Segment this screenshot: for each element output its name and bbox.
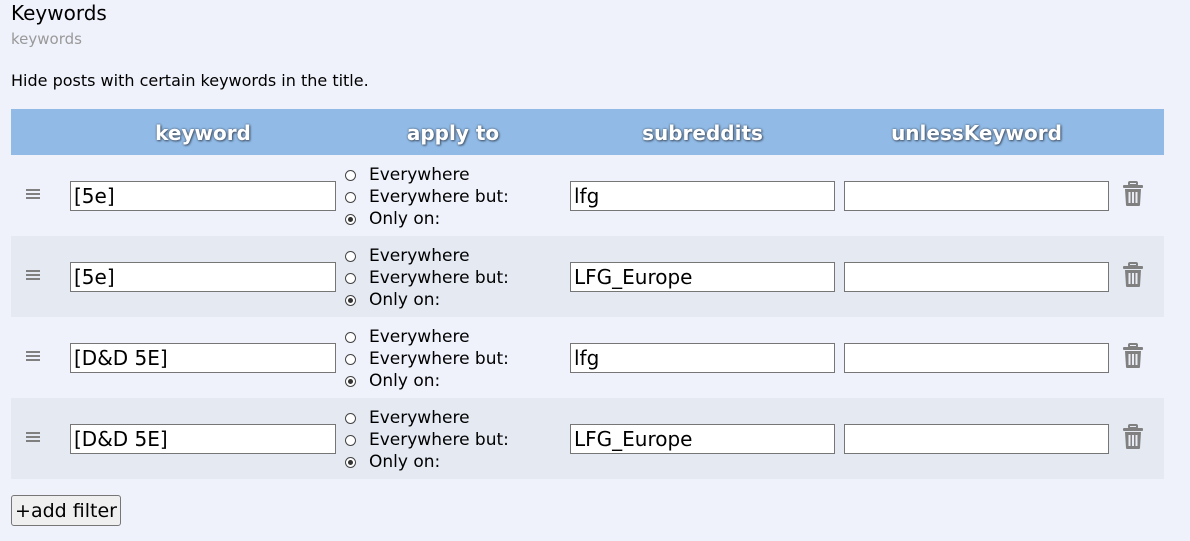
table-row: EverywhereEverywhere but:Only on: <box>11 236 1164 317</box>
drag-handle-icon[interactable] <box>26 351 40 362</box>
unless-keyword-input[interactable] <box>844 424 1109 454</box>
drag-handle-icon[interactable] <box>26 432 40 443</box>
apply-to-radio-group: Everywhere Everywhere but: Only on: <box>345 164 509 230</box>
subreddits-input[interactable] <box>570 424 835 454</box>
subreddits-input[interactable] <box>570 343 835 373</box>
radio-label: Only on: <box>369 290 441 310</box>
unless-keyword-input[interactable] <box>844 181 1109 211</box>
radio-label: Everywhere <box>369 246 470 266</box>
keyword-input[interactable] <box>70 343 336 373</box>
apply-to-radio-group: Everywhere Everywhere but: Only on: <box>345 326 509 392</box>
drag-handle-icon[interactable] <box>26 270 40 281</box>
apply-to-radio-group: Everywhere Everywhere but: Only on: <box>345 245 509 311</box>
apply-to-radio-group: Everywhere Everywhere but: Only on: <box>345 407 509 473</box>
keyword-filter-table: keyword apply to subreddits unlessKeywor… <box>11 109 1164 479</box>
keyword-input[interactable] <box>70 262 336 292</box>
radio-label: Everywhere but: <box>369 349 509 369</box>
radio-label: Everywhere but: <box>369 268 509 288</box>
keyword-input[interactable] <box>70 424 336 454</box>
apply-to-option[interactable]: Everywhere but: <box>345 429 509 451</box>
apply-to-option[interactable]: Everywhere but: <box>345 348 509 370</box>
radio-button[interactable] <box>345 332 356 343</box>
apply-to-option[interactable]: Only on: <box>345 289 509 311</box>
header-unless-keyword: unlessKeyword <box>891 121 1062 145</box>
table-row: EverywhereEverywhere but:Only on: <box>11 317 1164 398</box>
add-filter-button[interactable]: +add filter <box>11 495 121 526</box>
apply-to-option[interactable]: Everywhere <box>345 164 509 186</box>
table-row: EverywhereEverywhere but:Only on: <box>11 398 1164 479</box>
section-subtitle: keywords <box>11 30 82 48</box>
unless-keyword-input[interactable] <box>844 262 1109 292</box>
header-apply-to: apply to <box>406 121 500 145</box>
apply-to-option[interactable]: Everywhere but: <box>345 186 509 208</box>
radio-label: Everywhere <box>369 327 470 347</box>
drag-handle-icon[interactable] <box>26 189 40 200</box>
apply-to-option[interactable]: Everywhere <box>345 245 509 267</box>
radio-label: Everywhere <box>369 408 470 428</box>
radio-button[interactable] <box>345 214 356 225</box>
radio-button[interactable] <box>345 273 356 284</box>
apply-to-option[interactable]: Everywhere but: <box>345 267 509 289</box>
radio-button[interactable] <box>345 170 356 181</box>
trash-icon[interactable] <box>1122 343 1144 369</box>
trash-icon[interactable] <box>1122 262 1144 288</box>
radio-button[interactable] <box>345 376 356 387</box>
table-header: keyword apply to subreddits unlessKeywor… <box>11 109 1164 155</box>
unless-keyword-input[interactable] <box>844 343 1109 373</box>
header-keyword: keyword <box>155 121 251 145</box>
apply-to-option[interactable]: Only on: <box>345 370 509 392</box>
radio-button[interactable] <box>345 295 356 306</box>
radio-label: Only on: <box>369 371 441 391</box>
radio-button[interactable] <box>345 192 356 203</box>
apply-to-option[interactable]: Everywhere <box>345 407 509 429</box>
radio-label: Everywhere <box>369 165 470 185</box>
apply-to-option[interactable]: Only on: <box>345 451 509 473</box>
radio-label: Only on: <box>369 209 441 229</box>
radio-label: Everywhere but: <box>369 187 509 207</box>
trash-icon[interactable] <box>1122 181 1144 207</box>
table-row: EverywhereEverywhere but:Only on: <box>11 155 1164 236</box>
section-title: Keywords <box>11 1 107 25</box>
radio-button[interactable] <box>345 251 356 262</box>
section-description: Hide posts with certain keywords in the … <box>11 71 369 90</box>
radio-button[interactable] <box>345 435 356 446</box>
radio-button[interactable] <box>345 413 356 424</box>
table-body: EverywhereEverywhere but:Only on:Everywh… <box>11 155 1164 479</box>
keyword-input[interactable] <box>70 181 336 211</box>
radio-label: Everywhere but: <box>369 430 509 450</box>
radio-button[interactable] <box>345 457 356 468</box>
subreddits-input[interactable] <box>570 181 835 211</box>
trash-icon[interactable] <box>1122 424 1144 450</box>
radio-label: Only on: <box>369 452 441 472</box>
radio-button[interactable] <box>345 354 356 365</box>
apply-to-option[interactable]: Only on: <box>345 208 509 230</box>
apply-to-option[interactable]: Everywhere <box>345 326 509 348</box>
header-subreddits: subreddits <box>642 121 763 145</box>
subreddits-input[interactable] <box>570 262 835 292</box>
